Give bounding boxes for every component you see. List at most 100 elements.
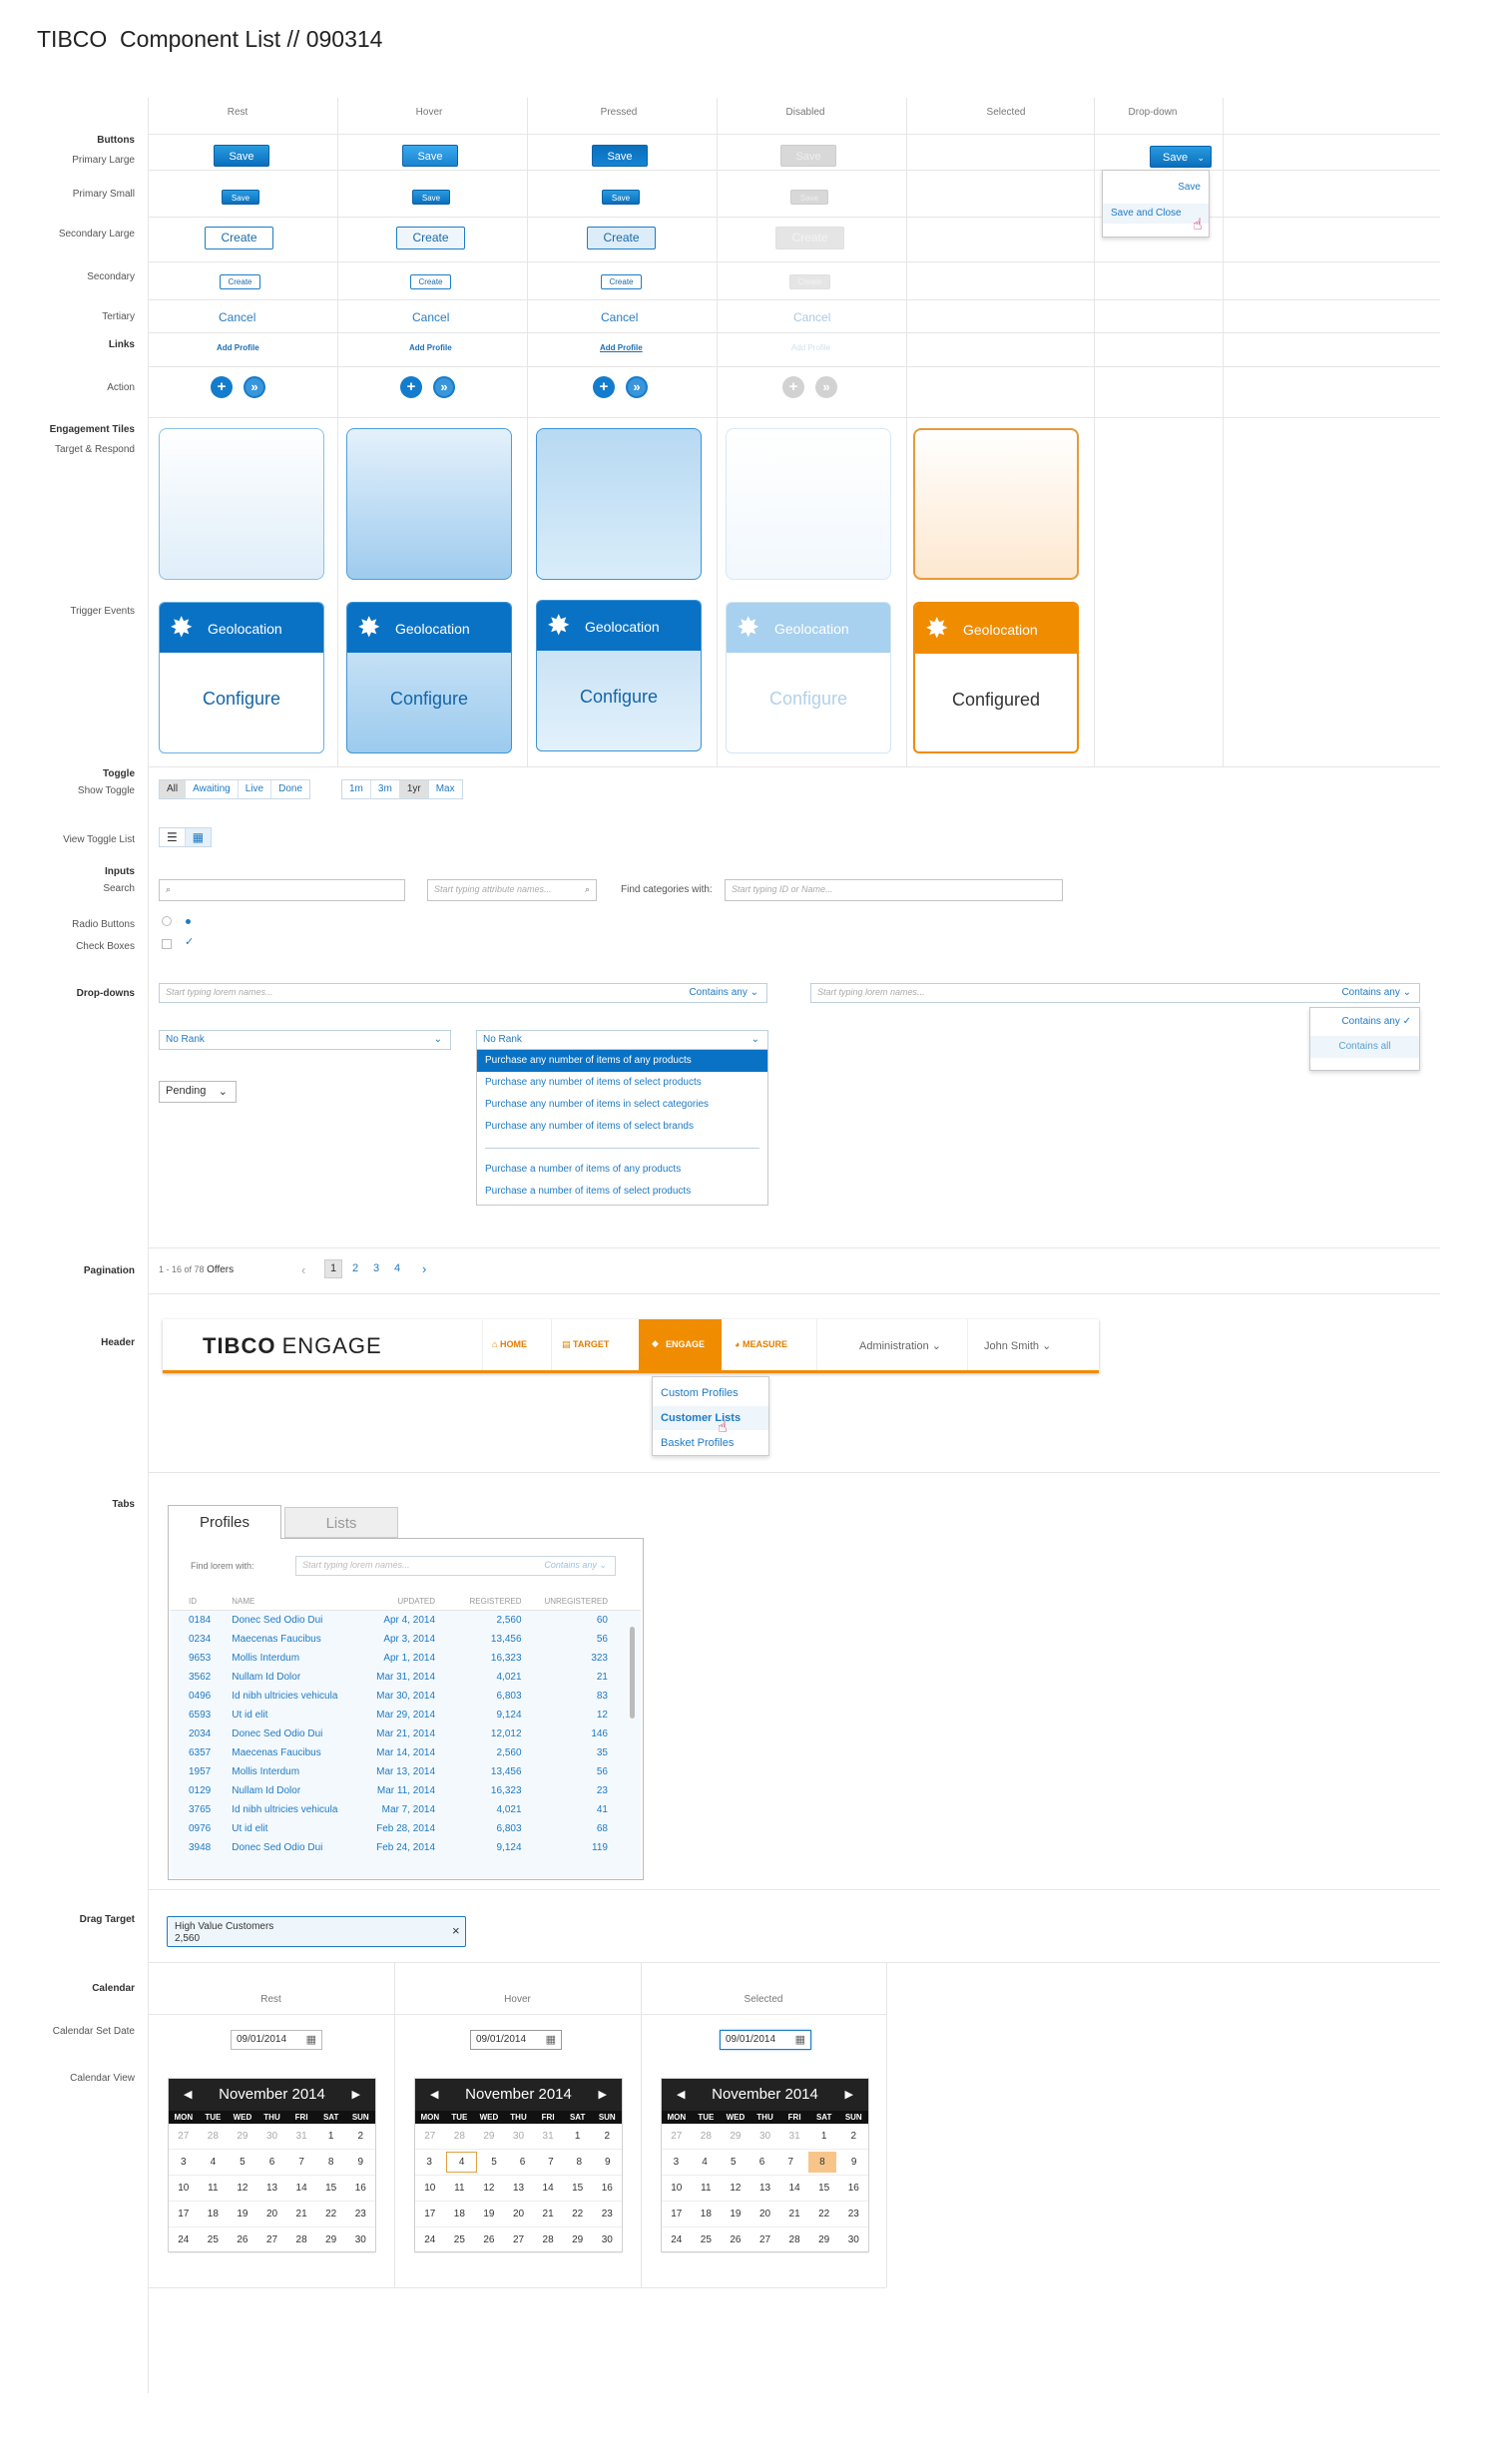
toggle-1yr[interactable]: 1yr	[399, 780, 429, 798]
page-1[interactable]: 1	[324, 1259, 342, 1278]
calendar-day[interactable]: 15	[809, 2176, 839, 2201]
save-button-pressed[interactable]: Save	[592, 145, 648, 167]
table-row[interactable]: 2034 Donec Sed Odio Dui Mar 21, 2014 12,012…	[189, 1725, 608, 1743]
calendar-day[interactable]: 28	[779, 2227, 809, 2252]
calendar-day[interactable]: 21	[779, 2202, 809, 2226]
calendar-day[interactable]: 20	[750, 2202, 780, 2226]
calendar-day[interactable]: 20	[257, 2202, 287, 2226]
calendar-day[interactable]: 18	[199, 2202, 229, 2226]
create-button-disabled[interactable]: Create	[775, 227, 844, 249]
calendar-day[interactable]: 15	[563, 2176, 593, 2201]
calendar-day[interactable]: 29	[563, 2227, 593, 2252]
calendar-day[interactable]: 5	[480, 2150, 508, 2175]
calendar-icon[interactable]: ▦	[306, 2033, 316, 2046]
add-profile-link-hover[interactable]: Add Profile	[409, 343, 452, 352]
nav-engage[interactable]: ◆ ENGAGE	[639, 1319, 722, 1370]
table-row[interactable]: 3562 Nullam Id Dolor Mar 31, 2014 4,021 21	[189, 1668, 608, 1687]
plus-icon[interactable]: +	[593, 376, 615, 398]
calendar-day[interactable]: 7	[776, 2150, 805, 2175]
calendar-day[interactable]: 7	[286, 2150, 316, 2175]
calendar-day[interactable]: 12	[721, 2176, 750, 2201]
page-3[interactable]: 3	[373, 1262, 379, 1274]
cancel-link-pressed[interactable]: Cancel	[601, 310, 638, 324]
calendar-day[interactable]: 9	[345, 2150, 375, 2175]
calendar-day[interactable]: 27	[169, 2124, 199, 2149]
table-row[interactable]: 6593 Ut id elit Mar 29, 2014 9,124 12	[189, 1706, 608, 1725]
calendar-day[interactable]: 19	[474, 2202, 504, 2226]
calendar-icon[interactable]: ▦	[546, 2033, 556, 2046]
cancel-link-hover[interactable]: Cancel	[412, 310, 449, 324]
calendar-day[interactable]: 11	[445, 2176, 475, 2201]
table-row[interactable]: 0496 Id nibh ultricies vehicula Mar 30, 20…	[189, 1687, 608, 1706]
forward-icon[interactable]: »	[626, 376, 648, 398]
tab-lists[interactable]: Lists	[284, 1507, 398, 1538]
table-row[interactable]: 6357 Maecenas Faucibus Mar 14, 2014 2,560 35	[189, 1743, 608, 1762]
next-month-icon[interactable]: ▶	[599, 2079, 607, 2111]
calendar-day[interactable]: 14	[533, 2176, 563, 2201]
date-input-selected[interactable]: 09/01/2014 ▦	[720, 2030, 811, 2050]
col-id[interactable]: ID	[189, 1591, 232, 1611]
engagement-tile-rest[interactable]	[159, 428, 324, 580]
save-small-disabled[interactable]: Save	[790, 190, 828, 205]
calendar-day[interactable]: 18	[445, 2202, 475, 2226]
calendar-day[interactable]: 12	[228, 2176, 257, 2201]
calendar-day[interactable]: 22	[809, 2202, 839, 2226]
table-row[interactable]: 0184 Donec Sed Odio Dui Apr 4, 2014 2,560 60	[189, 1611, 608, 1630]
calendar-day[interactable]: 29	[809, 2227, 839, 2252]
search-input[interactable]: ⌕	[159, 879, 405, 901]
rank-dropdown[interactable]: No Rank ⌄	[159, 1030, 451, 1050]
create-button-hover[interactable]: Create	[396, 227, 465, 249]
calendar-day[interactable]: 28	[692, 2124, 722, 2149]
create-small-pressed[interactable]: Create	[601, 274, 642, 289]
user-menu[interactable]: John Smith ⌄	[984, 1339, 1051, 1352]
calendar-day[interactable]: 30	[750, 2124, 780, 2149]
calendar-day[interactable]: 21	[533, 2202, 563, 2226]
calendar-day[interactable]: 4	[199, 2150, 229, 2175]
forward-icon[interactable]: »	[433, 376, 455, 398]
calendar-icon[interactable]: ▦	[795, 2033, 805, 2046]
calendar-day[interactable]: 10	[662, 2176, 692, 2201]
radio-checked[interactable]	[186, 919, 191, 924]
scrollbar[interactable]	[630, 1627, 635, 1719]
rank-option-5[interactable]: Purchase a number of items of any produc…	[477, 1159, 767, 1181]
rank-option-2[interactable]: Purchase any number of items of select p…	[477, 1072, 767, 1094]
calendar-day[interactable]: 31	[779, 2124, 809, 2149]
menu-item-contains-any[interactable]: Contains any ✓	[1310, 1008, 1419, 1036]
trigger-tile-disabled[interactable]: ✸ Geolocation Configure	[726, 602, 891, 753]
brand-logo[interactable]: TIBCO ENGAGE	[203, 1333, 382, 1359]
add-profile-link-pressed[interactable]: Add Profile	[600, 343, 643, 352]
attribute-search-input[interactable]: Start typing attribute names... ⌕	[427, 879, 597, 901]
page-2[interactable]: 2	[352, 1262, 358, 1274]
trigger-tile-selected[interactable]: ✸ Geolocation Configured	[913, 602, 1079, 753]
radio-unchecked[interactable]	[162, 916, 172, 926]
engagement-tile-hover[interactable]	[346, 428, 512, 580]
save-small-pressed[interactable]: Save	[602, 190, 640, 205]
table-row[interactable]: 3765 Id nibh ultricies vehicula Mar 7, 201…	[189, 1800, 608, 1819]
trigger-tile-pressed[interactable]: ✸ Geolocation Configure	[536, 600, 702, 751]
col-updated[interactable]: UPDATED	[365, 1591, 435, 1611]
add-profile-link-rest[interactable]: Add Profile	[217, 343, 259, 352]
table-row[interactable]: 9653 Mollis Interdum Apr 1, 2014 16,323 323	[189, 1649, 608, 1668]
lorem-search-dropdown[interactable]: Start typing lorem names... Contains any …	[159, 983, 767, 1003]
calendar-day[interactable]: 14	[286, 2176, 316, 2201]
pending-dropdown[interactable]: Pending ⌄	[159, 1081, 237, 1103]
calendar-day[interactable]: 16	[838, 2176, 868, 2201]
calendar-day[interactable]: 17	[415, 2202, 445, 2226]
calendar-day[interactable]: 3	[415, 2150, 443, 2175]
save-button-hover[interactable]: Save	[402, 145, 458, 167]
calendar-day[interactable]: 2	[838, 2124, 868, 2149]
calendar-day[interactable]: 4	[691, 2150, 720, 2175]
checkmark-icon[interactable]: ✓	[185, 935, 194, 948]
rank-option-3[interactable]: Purchase any number of items in select c…	[477, 1094, 767, 1116]
engagement-tile-disabled[interactable]	[726, 428, 891, 580]
calendar-day[interactable]: 30	[257, 2124, 287, 2149]
calendar-day[interactable]: 19	[228, 2202, 257, 2226]
cancel-link-rest[interactable]: Cancel	[219, 310, 255, 324]
create-small-rest[interactable]: Create	[220, 274, 260, 289]
menu-item-contains-all[interactable]: Contains all	[1310, 1036, 1419, 1058]
calendar-day[interactable]: 22	[563, 2202, 593, 2226]
submenu-basket-profiles[interactable]: Basket Profiles	[653, 1430, 768, 1456]
table-row[interactable]: 0129 Nullam Id Dolor Mar 11, 2014 16,323 23	[189, 1781, 608, 1800]
calendar-day[interactable]: 10	[169, 2176, 199, 2201]
calendar-day[interactable]: 26	[228, 2227, 257, 2252]
